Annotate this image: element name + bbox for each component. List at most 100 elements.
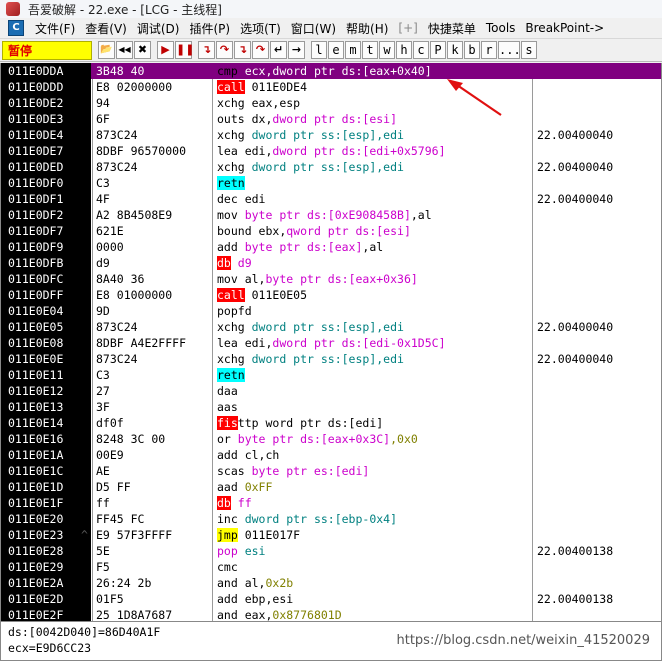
instruction-token: esi bbox=[244, 544, 266, 558]
instruction-token: dword ptr ss:[esp] bbox=[251, 352, 377, 366]
hex-bytes-cell: d9 bbox=[96, 256, 110, 270]
address-cell: 011E0DFB bbox=[1, 255, 91, 271]
menu-item[interactable]: 窗口(W) bbox=[286, 20, 341, 37]
disasm-row[interactable]: 011E0E04 9D popfd bbox=[1, 303, 661, 319]
disasm-row[interactable]: 011E0DFC 8A40 36 mov al,byte ptr ds:[eax+0… bbox=[1, 271, 661, 287]
menu-item[interactable]: 插件(P) bbox=[184, 20, 235, 37]
toolbar-window-button[interactable]: r bbox=[481, 41, 497, 59]
menu-item[interactable]: 帮助(H) bbox=[341, 20, 393, 37]
instruction-token: edi, bbox=[244, 144, 273, 158]
open-icon[interactable]: 📂 bbox=[98, 41, 115, 59]
instruction-token: retn bbox=[217, 368, 245, 382]
disasm-row[interactable]: 011E0E0E 873C24 xchg dword ptr ss:[esp],ed… bbox=[1, 351, 661, 367]
instruction-token: dword ptr ss:[esp] bbox=[251, 160, 377, 174]
toolbar-window-button[interactable]: l bbox=[311, 41, 327, 59]
toolbar-window-button[interactable]: s bbox=[521, 41, 537, 59]
address-cell: 011E0E16 bbox=[1, 431, 91, 447]
address-cell: 011E0E05 bbox=[1, 319, 91, 335]
execute-till-return-icon[interactable]: ↵ bbox=[270, 41, 287, 59]
disasm-row[interactable]: 011E0E08 8DBF A4E2FFFF lea edi,dword ptr d… bbox=[1, 335, 661, 351]
menu-item[interactable]: BreakPoint-> bbox=[520, 21, 609, 35]
run-icon[interactable]: ▶ bbox=[157, 41, 174, 59]
disasm-row[interactable]: 011E0E2F 25 1D8A7687 and eax,0x8776801D bbox=[1, 607, 661, 621]
toolbar-window-button[interactable]: c bbox=[413, 41, 429, 59]
toolbar-window-button[interactable]: h bbox=[396, 41, 412, 59]
disasm-row[interactable]: 011E0E23 ^ E9 57F3FFFF jmp 011E017F bbox=[1, 527, 661, 543]
toolbar-window-button[interactable]: P bbox=[430, 41, 446, 59]
toolbar-window-button[interactable]: b bbox=[464, 41, 480, 59]
menu-item[interactable]: [+] bbox=[393, 21, 422, 35]
address-cell: 011E0E1C bbox=[1, 463, 91, 479]
disasm-row[interactable]: 011E0E2A 26:24 2b and al,0x2b bbox=[1, 575, 661, 591]
address-cell: 011E0E1A bbox=[1, 447, 91, 463]
instruction-token: dword ptr ds:[edi+0x5796] bbox=[272, 144, 446, 158]
menu-item[interactable]: 查看(V) bbox=[80, 20, 132, 37]
instruction-token: al, bbox=[244, 576, 266, 590]
disasm-row[interactable]: 011E0DFB d9 db d9 bbox=[1, 255, 661, 271]
disasm-row[interactable]: 011E0E28 5E pop esi 22.00400138 bbox=[1, 543, 661, 559]
menu-item[interactable]: 调试(D) bbox=[132, 20, 185, 37]
disasm-row[interactable]: 011E0E29 F5 cmc bbox=[1, 559, 661, 575]
debug-status-indicator: 暂停 bbox=[2, 40, 92, 60]
toolbar-window-button[interactable]: k bbox=[447, 41, 463, 59]
toolbar-window-button[interactable]: ... bbox=[498, 41, 521, 59]
disassembly-cell: and al,0x2b bbox=[217, 575, 293, 591]
menu-item[interactable]: 快捷菜单 bbox=[423, 20, 481, 37]
trace-over-icon[interactable]: ↷ bbox=[252, 41, 269, 59]
disassembly-cell: call 011E0E05 bbox=[217, 287, 307, 303]
disasm-row[interactable]: 011E0DE7 8DBF 96570000 lea edi,dword ptr d… bbox=[1, 143, 661, 159]
disasm-row[interactable]: 011E0E1F ff db ff bbox=[1, 495, 661, 511]
disasm-row[interactable]: 011E0E1A 00E9 add cl,ch bbox=[1, 447, 661, 463]
disasm-row[interactable]: 011E0E1C AE scas byte ptr es:[edi] bbox=[1, 463, 661, 479]
disasm-row[interactable]: 011E0DF7 621E bound ebx,qword ptr ds:[esi] bbox=[1, 223, 661, 239]
go-to-icon[interactable]: → bbox=[288, 41, 305, 59]
instruction-token: ,edi bbox=[376, 160, 404, 174]
instruction-token: dword ptr ss:[esp] bbox=[251, 320, 377, 334]
rewind-icon[interactable]: ◀◀ bbox=[116, 41, 133, 59]
trace-into-icon[interactable]: ↴ bbox=[234, 41, 251, 59]
disasm-row[interactable]: 011E0E1D D5 FF aad 0xFF bbox=[1, 479, 661, 495]
disassembly-cell: xchg dword ptr ss:[esp],edi bbox=[217, 159, 404, 175]
close-icon[interactable]: ✖ bbox=[134, 41, 151, 59]
pause-icon[interactable]: ❚❚ bbox=[175, 41, 194, 59]
instruction-token: add bbox=[217, 240, 245, 254]
disasm-row[interactable]: 011E0E14 df0f fisttp word ptr ds:[edi] bbox=[1, 415, 661, 431]
step-into-icon[interactable]: ↴ bbox=[198, 41, 215, 59]
disasm-row[interactable]: 011E0E2D 01F5 add ebp,esi 22.00400138 bbox=[1, 591, 661, 607]
disasm-row[interactable]: 011E0E12 27 daa bbox=[1, 383, 661, 399]
disasm-row[interactable]: 011E0DFF E8 01000000 call 011E0E05 bbox=[1, 287, 661, 303]
disassembly-cell: aas bbox=[217, 399, 238, 415]
hex-bytes-cell: 0000 bbox=[96, 240, 124, 254]
disasm-row[interactable]: 011E0DE4 873C24 xchg dword ptr ss:[esp],ed… bbox=[1, 127, 661, 143]
instruction-token: 0x8776801D bbox=[272, 608, 342, 621]
disasm-row[interactable]: 011E0E11 C3 retn bbox=[1, 367, 661, 383]
menu-item[interactable]: Tools bbox=[481, 21, 521, 35]
disasm-row[interactable]: 011E0DF2 A2 8B4508E9 mov byte ptr ds:[0xE9… bbox=[1, 207, 661, 223]
toolbar-window-button[interactable]: w bbox=[379, 41, 395, 59]
disasm-row[interactable]: 011E0DED 873C24 xchg dword ptr ss:[esp],ed… bbox=[1, 159, 661, 175]
menu-item[interactable]: 文件(F) bbox=[30, 20, 80, 37]
toolbar-window-button[interactable]: t bbox=[362, 41, 378, 59]
hex-bytes-cell: D5 FF bbox=[96, 480, 131, 494]
disasm-row[interactable]: 011E0DF1 4F dec edi 22.00400040 bbox=[1, 191, 661, 207]
disasm-row[interactable]: 011E0DF9 0000 add byte ptr ds:[eax],al bbox=[1, 239, 661, 255]
disasm-row[interactable]: 011E0E16 8248 3C 00 or byte ptr ds:[eax+0x… bbox=[1, 431, 661, 447]
toolbar-window-button[interactable]: e bbox=[328, 41, 344, 59]
instruction-token: aad bbox=[217, 480, 245, 494]
disassembly-cell: mov byte ptr ds:[0xE908458B],al bbox=[217, 207, 432, 223]
instruction-token: eax, bbox=[244, 608, 273, 621]
disasm-row[interactable]: 011E0E20 FF45 FC inc dword ptr ss:[ebp-0x4… bbox=[1, 511, 661, 527]
step-over-icon[interactable]: ↷ bbox=[216, 41, 233, 59]
disasm-row[interactable]: 011E0E05 873C24 xchg dword ptr ss:[esp],ed… bbox=[1, 319, 661, 335]
instruction-token: aas bbox=[217, 400, 238, 414]
disassembly-cell: add cl,ch bbox=[217, 447, 279, 463]
hex-bytes-cell: F5 bbox=[96, 560, 110, 574]
toolbar-window-button[interactable]: m bbox=[345, 41, 361, 59]
disassembly-listing[interactable]: 011E0DDA 3B48 40 cmp ecx,dword ptr ds:[eax… bbox=[0, 63, 662, 621]
disasm-row[interactable]: 011E0DF0 C3 retn bbox=[1, 175, 661, 191]
disasm-row[interactable]: 011E0E13 3F aas bbox=[1, 399, 661, 415]
address-cell: 011E0E2D bbox=[1, 591, 91, 607]
menu-item[interactable]: 选项(T) bbox=[235, 20, 286, 37]
cpu-window-icon[interactable]: C bbox=[8, 20, 24, 36]
instruction-token: lea bbox=[217, 336, 245, 350]
